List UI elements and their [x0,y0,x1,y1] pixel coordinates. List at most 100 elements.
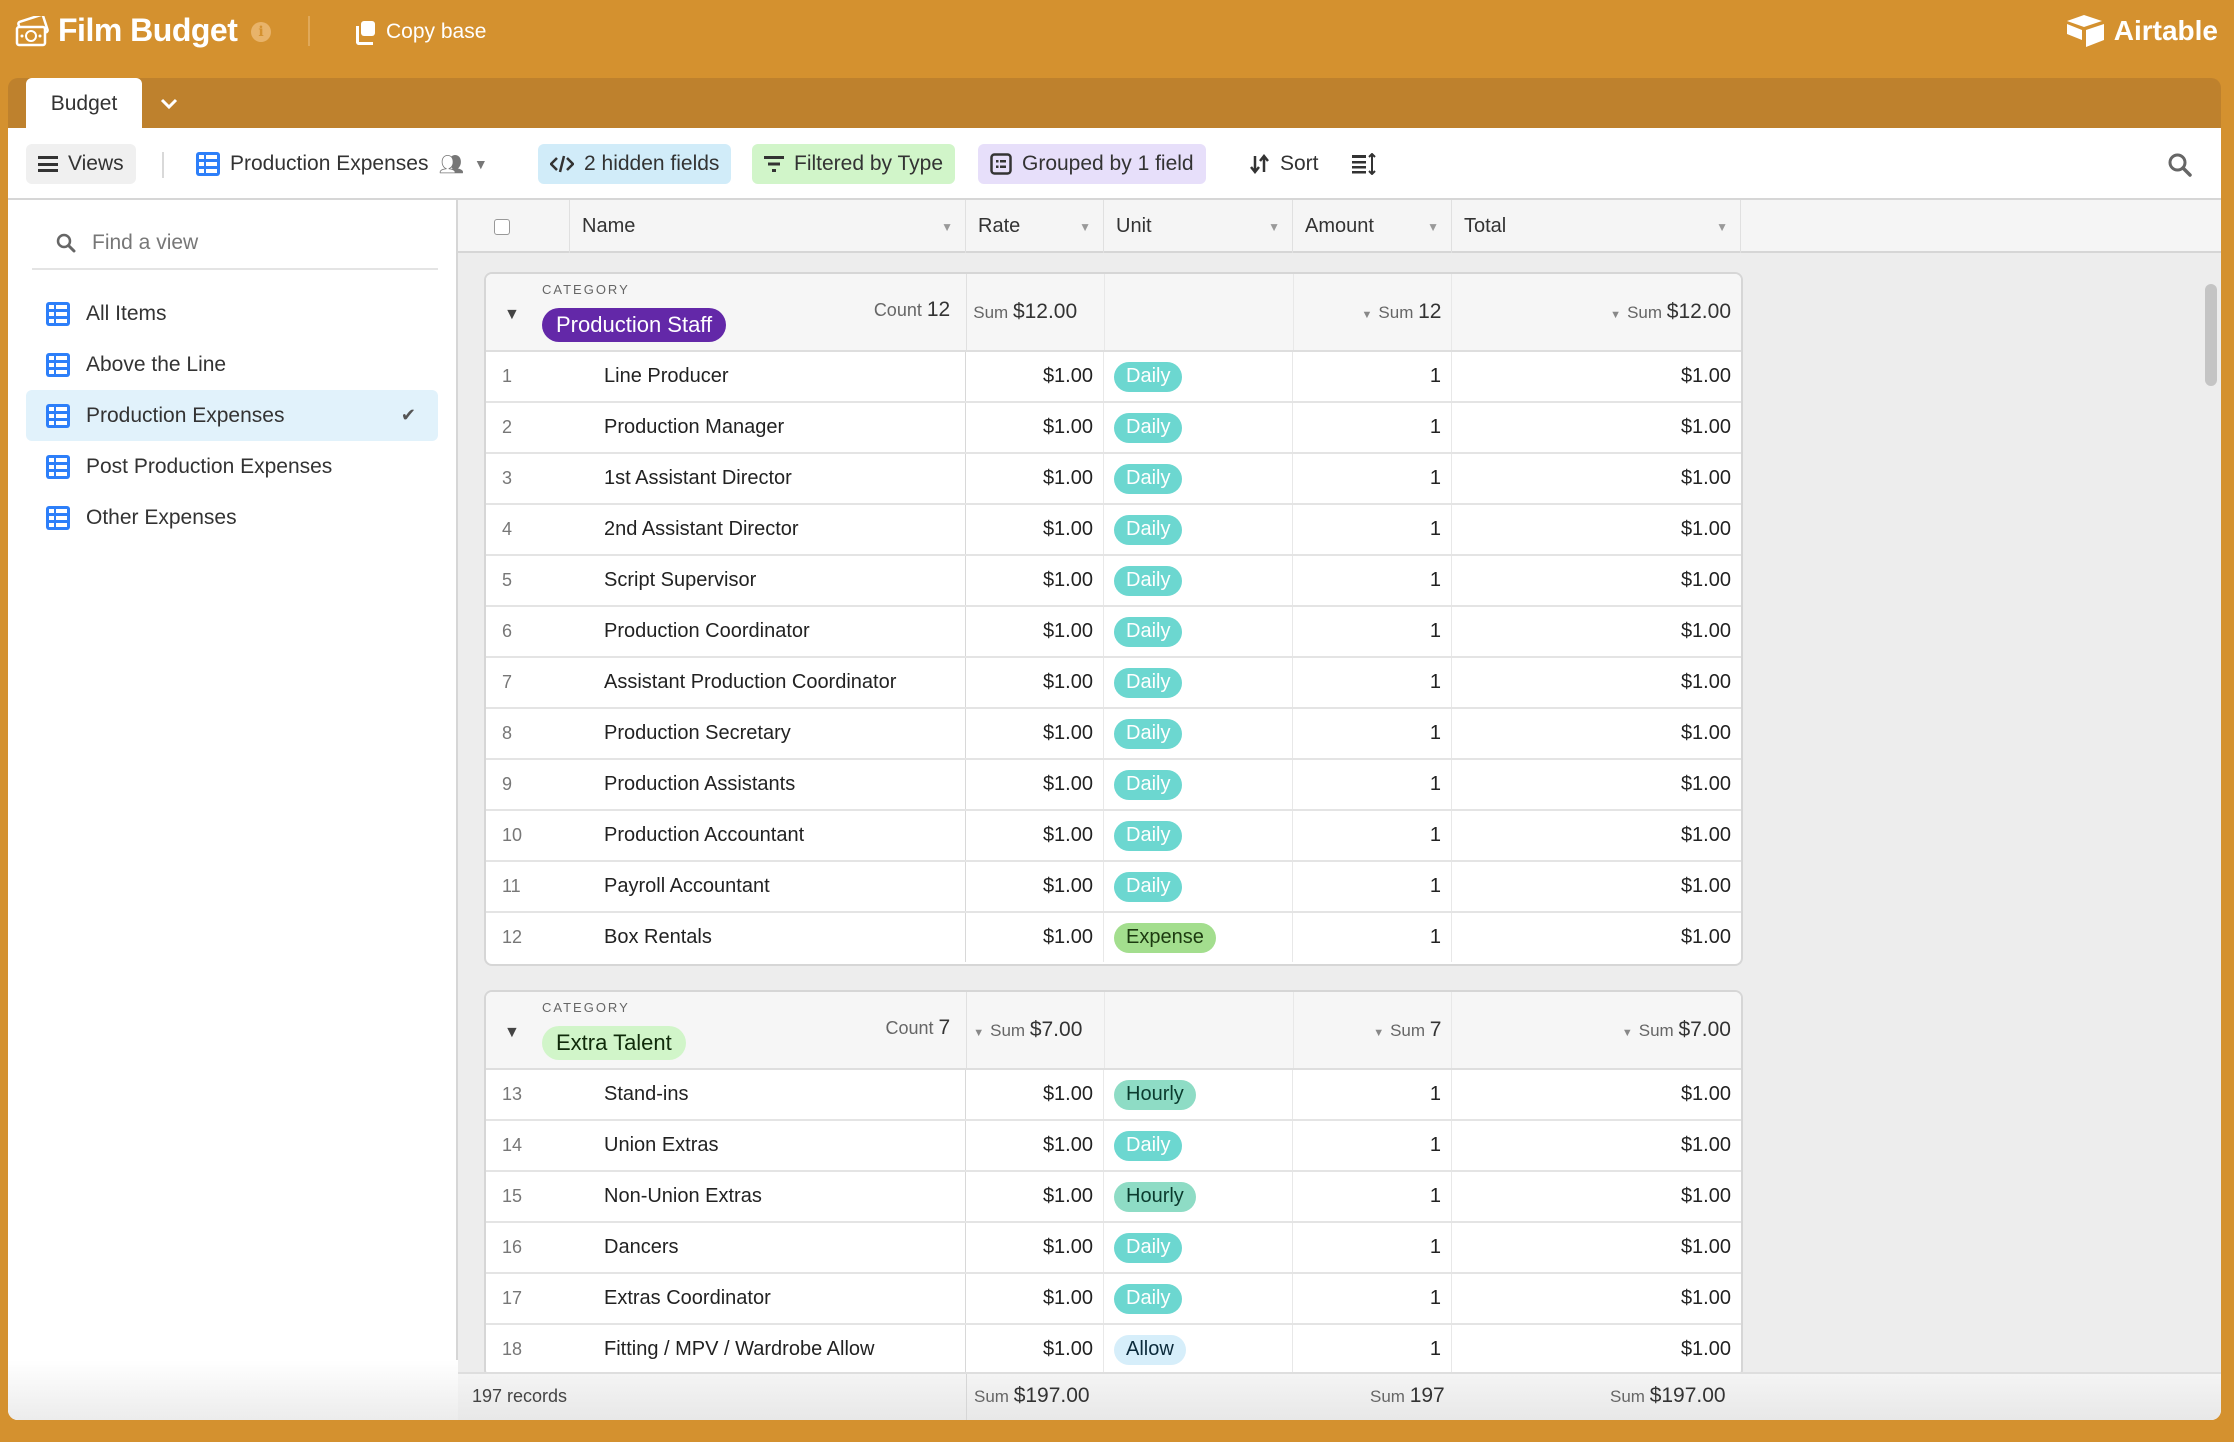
cell-rate[interactable]: $1.00 [966,862,1104,911]
cell-amount[interactable]: 1 [1293,1070,1452,1119]
cell-rate[interactable]: $1.00 [966,403,1104,452]
cell-rate[interactable]: $1.00 [966,658,1104,707]
cell-name[interactable]: 1st Assistant Director [594,454,966,503]
table-row[interactable]: 16 Dancers $1.00 Daily 1 $1.00 [486,1223,1741,1274]
sidebar-view-above-the-line[interactable]: Above the Line [26,339,438,390]
cell-amount[interactable]: 1 [1293,913,1452,962]
collapse-caret-icon[interactable]: ▼ [504,1024,520,1042]
cell-rate[interactable]: $1.00 [966,1070,1104,1119]
search-icon[interactable] [2167,152,2193,178]
table-row[interactable]: 10 Production Accountant $1.00 Daily 1 $… [486,811,1741,862]
column-header-total[interactable]: Total ▼ [1452,200,1741,253]
cell-total[interactable]: $1.00 [1452,454,1741,503]
table-row[interactable]: 5 Script Supervisor $1.00 Daily 1 $1.00 [486,556,1741,607]
group-rate-sum[interactable]: Sum $12.00 [967,274,1106,350]
sidebar-view-other-expenses[interactable]: Other Expenses [26,492,438,543]
table-row[interactable]: 4 2nd Assistant Director $1.00 Daily 1 $… [486,505,1741,556]
group-amount-sum[interactable]: ▼ Sum 12 [1294,274,1453,350]
row-height-button[interactable] [1340,144,1388,184]
table-row[interactable]: 6 Production Coordinator $1.00 Daily 1 $… [486,607,1741,658]
cell-name[interactable]: Stand-ins [594,1070,966,1119]
cell-amount[interactable]: 1 [1293,1274,1452,1323]
airtable-logo[interactable]: Airtable [2066,14,2218,48]
cell-rate[interactable]: $1.00 [966,1172,1104,1221]
cell-rate[interactable]: $1.00 [966,811,1104,860]
cell-rate[interactable]: $1.00 [966,913,1104,962]
cell-name[interactable]: Production Coordinator [594,607,966,656]
table-row[interactable]: 7 Assistant Production Coordinator $1.00… [486,658,1741,709]
cell-total[interactable]: $1.00 [1452,1325,1741,1374]
cell-total[interactable]: $1.00 [1452,658,1741,707]
cell-name[interactable]: Dancers [594,1223,966,1272]
cell-unit[interactable]: Daily [1104,454,1293,503]
cell-total[interactable]: $1.00 [1452,607,1741,656]
caret-down-icon[interactable]: ▼ [1079,220,1091,234]
cell-unit[interactable]: Daily [1104,1274,1293,1323]
cell-unit[interactable]: Allow [1104,1325,1293,1374]
cell-name[interactable]: Script Supervisor [594,556,966,605]
group-amount-sum[interactable]: ▼ Sum 7 [1294,992,1453,1068]
base-title[interactable]: Film Budget [58,12,238,49]
column-header-rate[interactable]: Rate ▼ [966,200,1104,253]
cell-amount[interactable]: 1 [1293,454,1452,503]
cell-name[interactable]: 2nd Assistant Director [594,505,966,554]
cell-total[interactable]: $1.00 [1452,1070,1741,1119]
rate-sum-summary[interactable]: Sum $197.00 [974,1384,1090,1408]
cell-rate[interactable]: $1.00 [966,1223,1104,1272]
cell-rate[interactable]: $1.00 [966,1121,1104,1170]
total-sum-summary[interactable]: Sum $197.00 [1610,1384,1726,1408]
cell-total[interactable]: $1.00 [1452,862,1741,911]
group-header[interactable]: CATEGORY ▼ Production Staff Count 12 Sum… [486,274,1741,352]
cell-amount[interactable]: 1 [1293,505,1452,554]
select-all-checkbox[interactable] [494,218,510,235]
cell-amount[interactable]: 1 [1293,1223,1452,1272]
copy-base-button[interactable]: Copy base [356,20,486,45]
cell-name[interactable]: Assistant Production Coordinator [594,658,966,707]
cell-rate[interactable]: $1.00 [966,352,1104,401]
group-header[interactable]: CATEGORY ▼ Extra Talent Count 7 ▼ Sum $7.… [486,992,1741,1070]
tables-dropdown-button[interactable] [156,91,182,117]
cell-total[interactable]: $1.00 [1452,1121,1741,1170]
cell-name[interactable]: Union Extras [594,1121,966,1170]
cell-amount[interactable]: 1 [1293,1172,1452,1221]
group-total-sum[interactable]: ▼ Sum $7.00 [1452,992,1741,1068]
cell-unit[interactable]: Daily [1104,556,1293,605]
cell-amount[interactable]: 1 [1293,403,1452,452]
cell-amount[interactable]: 1 [1293,1121,1452,1170]
sidebar-view-post-production-expenses[interactable]: Post Production Expenses [26,441,438,492]
sidebar-view-all-items[interactable]: All Items [26,288,438,339]
cell-amount[interactable]: 1 [1293,1325,1452,1374]
table-row[interactable]: 11 Payroll Accountant $1.00 Daily 1 $1.0… [486,862,1741,913]
cell-total[interactable]: $1.00 [1452,709,1741,758]
collapse-caret-icon[interactable]: ▼ [504,306,520,324]
cell-rate[interactable]: $1.00 [966,1325,1104,1374]
cell-total[interactable]: $1.00 [1452,352,1741,401]
cell-total[interactable]: $1.00 [1452,913,1741,962]
cell-rate[interactable]: $1.00 [966,607,1104,656]
cell-unit[interactable]: Daily [1104,403,1293,452]
cell-amount[interactable]: 1 [1293,352,1452,401]
cell-unit[interactable]: Hourly [1104,1172,1293,1221]
tab-budget[interactable]: Budget [26,78,142,130]
table-row[interactable]: 2 Production Manager $1.00 Daily 1 $1.00 [486,403,1741,454]
cell-unit[interactable]: Daily [1104,505,1293,554]
table-row[interactable]: 1 Line Producer $1.00 Daily 1 $1.00 [486,352,1741,403]
sort-button[interactable]: Sort [1238,144,1331,184]
table-row[interactable]: 9 Production Assistants $1.00 Daily 1 $1… [486,760,1741,811]
column-header-amount[interactable]: Amount ▼ [1293,200,1452,253]
table-row[interactable]: 12 Box Rentals $1.00 Expense 1 $1.00 [486,913,1741,964]
cell-unit[interactable]: Daily [1104,862,1293,911]
caret-down-icon[interactable]: ▼ [1268,220,1280,234]
cell-unit[interactable]: Expense [1104,913,1293,962]
column-header-name[interactable]: Name ▼ [570,200,966,253]
filter-button[interactable]: Filtered by Type [752,144,956,184]
group-total-sum[interactable]: ▼ Sum $12.00 [1452,274,1741,350]
caret-down-icon[interactable]: ▼ [941,220,953,234]
cell-amount[interactable]: 1 [1293,709,1452,758]
cell-unit[interactable]: Hourly [1104,1070,1293,1119]
vertical-scrollbar[interactable] [2205,284,2217,386]
cell-unit[interactable]: Daily [1104,658,1293,707]
cell-name[interactable]: Production Accountant [594,811,966,860]
group-button[interactable]: Grouped by 1 field [978,144,1206,184]
cell-total[interactable]: $1.00 [1452,811,1741,860]
